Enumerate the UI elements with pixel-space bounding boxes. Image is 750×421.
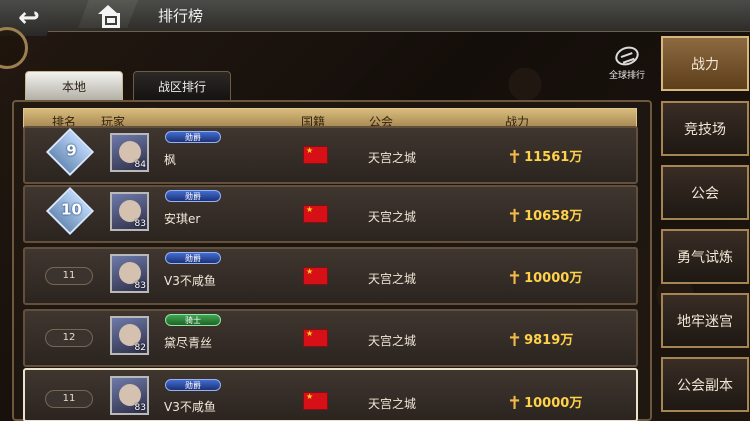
page-title: 排行榜 [158,7,204,25]
power-cross-icon: ✝ [507,393,523,414]
player-name: V3不咸鱼 [164,400,216,414]
rank-diamond: 9 [45,127,95,177]
home-icon [98,5,120,28]
table-row[interactable]: 11 83 勋爵 V3不咸鱼 天宫之城 ✝10000万 [23,368,638,421]
tab-local-label: 本地 [61,79,86,94]
power-value: ✝ 9819万 [507,330,574,351]
guild-name: 天宫之城 [368,334,417,348]
power-cross-icon: ✝ [507,268,523,289]
tab-battle-zone-ranking[interactable]: 战区排行 [133,71,231,101]
china-flag-icon [303,146,328,164]
guild-name: 天宫之城 [368,210,417,224]
guild-name: 天宫之城 [368,272,417,286]
sidebar-item-arena[interactable]: 竞技场 [661,101,749,156]
sidebar-item-label: 地牢迷宫 [677,313,733,330]
sidebar-item-label: 公会副本 [677,377,733,394]
rank-diamond: 10 [45,186,95,236]
power-cross-icon: ✝ [507,330,523,351]
table-row[interactable]: 10 83 勋爵 安琪er 天宫之城 ✝10658万 [23,185,638,243]
back-arrow-icon: ↩ [18,3,40,33]
rank-pill: 11 [45,390,93,408]
guild-name: 天宫之城 [368,151,417,165]
power-value: ✝ 11561万 [507,147,583,168]
top-bar: ↩ 排行榜 [0,0,750,36]
power-value: ✝ 10658万 [507,206,583,227]
rank-pill: 11 [45,267,93,285]
player-name: V3不咸鱼 [164,274,216,288]
tab-local[interactable]: 本地 [25,71,123,101]
sidebar-item-dungeon-maze[interactable]: 地牢迷宫 [661,293,749,348]
player-name: 枫 [164,153,177,167]
guild-name: 天宫之城 [368,397,417,411]
sidebar-item-label: 公会 [691,185,719,202]
globe-icon [612,43,642,69]
china-flag-icon [303,392,328,410]
avatar: 83 [110,192,149,231]
avatar: 84 [110,133,149,172]
power-cross-icon: ✝ [507,147,523,168]
title-badge: 勋爵 [165,379,221,391]
sidebar-item-guild[interactable]: 公会 [661,165,749,220]
player-name: 安琪er [164,212,201,226]
home-button[interactable] [78,0,138,28]
china-flag-icon [303,329,328,347]
title-badge: 骑士 [165,314,221,326]
avatar: 83 [110,254,149,293]
china-flag-icon [303,267,328,285]
avatar: 82 [110,316,149,355]
avatar: 83 [110,376,149,415]
rank-pill: 12 [45,329,93,347]
china-flag-icon [303,205,328,223]
table-row[interactable]: 9 84 勋爵 枫 天宫之城 ✝11561万 [23,126,638,184]
sidebar-item-courage-trial[interactable]: 勇气试炼 [661,229,749,284]
sidebar-item-label: 勇气试炼 [677,249,733,266]
power-cross-icon: ✝ [507,206,523,227]
player-name: 黛尽青丝 [164,336,213,350]
power-value: ✝ 10000万 [507,268,583,289]
tab-battle-zone-ranking-label: 战区排行 [157,79,206,94]
title-badge: 勋爵 [165,131,221,143]
sidebar-item-label: 战力 [691,56,719,73]
sidebar-item-label: 竞技场 [684,121,726,138]
sidebar-item-guild-dungeon[interactable]: 公会副本 [661,357,749,412]
sidebar-item-power[interactable]: 战力 [661,36,749,91]
table-row[interactable]: 12 82 骑士 黛尽青丝 天宫之城 ✝9819万 [23,309,638,367]
table-row[interactable]: 11 83 勋爵 V3不咸鱼 天宫之城 ✝10000万 [23,247,638,305]
title-badge: 勋爵 [165,252,221,264]
title-badge: 勋爵 [165,190,221,202]
power-value: ✝ 10000万 [507,393,583,414]
global-rank-label: 全球排行 [608,71,645,81]
global-rank-button[interactable]: 全球排行 [605,43,649,83]
